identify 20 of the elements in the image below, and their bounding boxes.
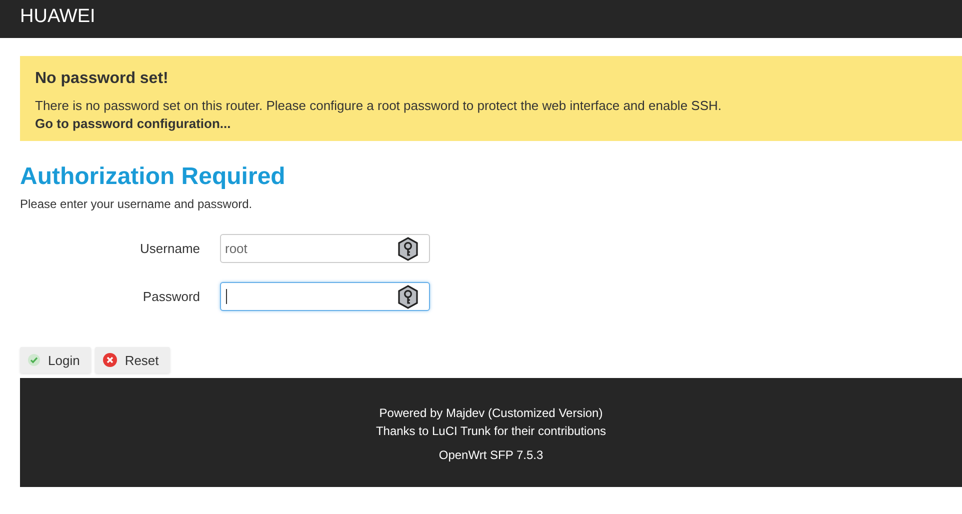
brand-title: HUAWEI <box>20 5 96 29</box>
key-icon <box>397 236 419 260</box>
field-value: root <box>225 241 248 256</box>
page-subtitle: Please enter your username and password. <box>20 197 254 211</box>
close-icon <box>102 353 117 367</box>
field-label: Password <box>142 289 201 304</box>
reset-button[interactable]: Reset <box>94 347 170 373</box>
field-label: Username <box>139 241 201 256</box>
footer-text: Powered by Majdev (Customized Version) <box>379 405 603 422</box>
footer-text: Thanks to LuCI Trunk for their contributions <box>376 423 606 440</box>
check-icon <box>28 354 40 366</box>
key-icon <box>397 284 419 308</box>
page-title: Authorization Required <box>20 163 286 191</box>
footer-text: OpenWrt SFP 7.5.3 <box>438 447 544 464</box>
password-config-link[interactable]: Go to password configuration... <box>35 116 231 131</box>
alert-title: No password set! <box>35 70 170 88</box>
password-field[interactable] <box>220 282 430 311</box>
login-button[interactable]: Login <box>20 347 91 373</box>
username-field[interactable]: root <box>220 234 430 263</box>
alert-message: There is no password set on this router. Please configure a root password to protect the web interface and enable SSH. <box>35 97 722 115</box>
